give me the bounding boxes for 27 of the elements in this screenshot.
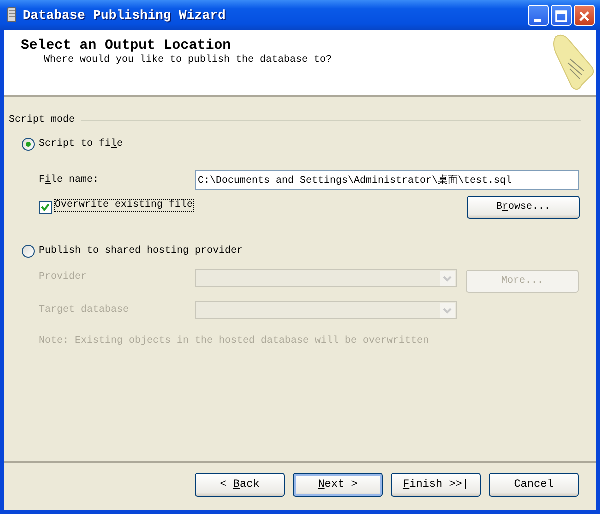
window-title: Database Publishing Wizard	[23, 8, 227, 22]
wizard-button[interactable]: Finish >>|	[391, 473, 481, 497]
maximize-button[interactable]	[551, 4, 572, 26]
caret-icon	[440, 302, 455, 318]
group-label: Script mode	[9, 115, 76, 126]
wizard-button[interactable]: Next >	[293, 473, 383, 497]
radio-button[interactable]	[22, 245, 35, 258]
wizard-button[interactable]: Cancel	[489, 473, 579, 497]
note-text: Note: Existing objects in the hosted database will be overwritten	[38, 336, 430, 347]
radio-label: Publish to shared hosting provider	[39, 246, 244, 257]
field-label: Provider	[39, 272, 88, 283]
page-subtitle: Where would you like to publish the database to?	[43, 55, 332, 66]
minimize-button[interactable]	[528, 4, 549, 26]
minimize-icon	[534, 18, 541, 22]
close-button[interactable]	[574, 4, 595, 26]
database-icon	[7, 7, 17, 23]
browse-button[interactable]: Browse...	[467, 196, 580, 219]
radio-label: Script to file	[39, 139, 124, 150]
field-label: File name:	[39, 174, 100, 186]
checkbox-label: Overwrite existing file	[55, 200, 194, 211]
caret-icon	[440, 270, 455, 286]
page-title: Select an Output Location	[21, 38, 232, 54]
wizard-button[interactable]: < Back	[195, 473, 285, 497]
radio-button[interactable]	[22, 138, 35, 151]
checkbox[interactable]	[39, 201, 52, 214]
file-name-field[interactable]: C:\Documents and Settings\Administrator\桌面\test.sql	[195, 170, 579, 190]
field-label: Target database	[39, 304, 130, 316]
